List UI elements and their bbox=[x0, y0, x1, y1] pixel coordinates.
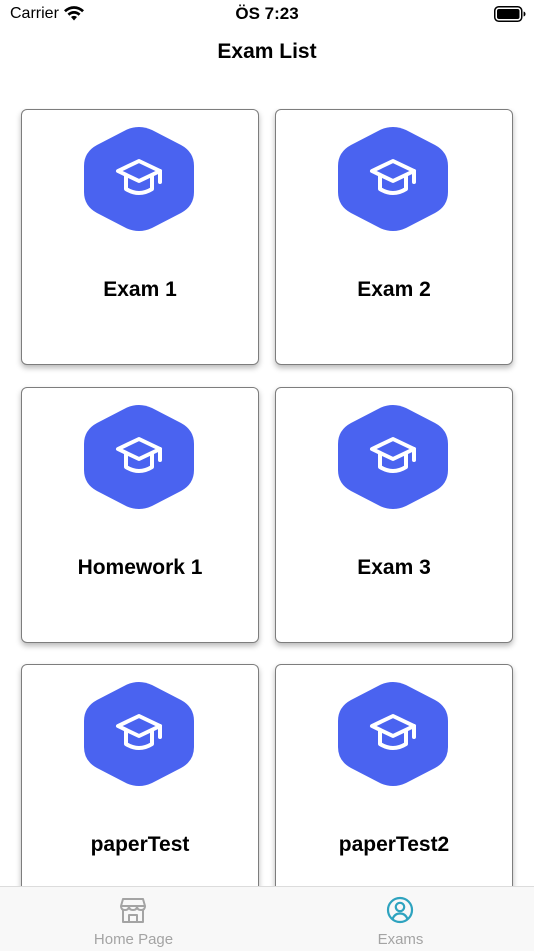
graduation-cap-icon bbox=[335, 680, 451, 788]
graduation-cap-icon bbox=[335, 403, 451, 511]
status-time: ÖS 7:23 bbox=[235, 4, 299, 23]
tab-exams-label: Exams bbox=[377, 931, 424, 948]
graduation-cap-icon bbox=[81, 403, 197, 511]
storefront-icon bbox=[120, 898, 146, 923]
user-circle-icon bbox=[386, 896, 414, 924]
graduation-cap-icon bbox=[335, 125, 451, 233]
tab-bar: Home Page Exams bbox=[0, 886, 534, 951]
status-bar: Carrier ÖS 7:23 bbox=[0, 0, 534, 30]
exam-card[interactable]: paperTest bbox=[21, 664, 259, 886]
exam-card-label: Exam 3 bbox=[357, 556, 431, 579]
exam-card[interactable]: Exam 3 bbox=[275, 387, 513, 643]
page-title: Exam List bbox=[217, 40, 317, 63]
graduation-cap-icon bbox=[81, 125, 197, 233]
tab-home-page-label: Home Page bbox=[93, 931, 174, 948]
tab-home-page[interactable]: Home Page bbox=[0, 887, 267, 951]
exam-card[interactable]: Exam 2 bbox=[275, 109, 513, 365]
tab-exams[interactable]: Exams bbox=[267, 887, 534, 951]
exam-grid[interactable]: Exam 1 Exam 2 Homework 1 Exam 3 paperTes… bbox=[0, 108, 534, 886]
exam-card-label: paperTest bbox=[90, 833, 190, 856]
exam-card[interactable]: Homework 1 bbox=[21, 387, 259, 643]
exam-card-label: Homework 1 bbox=[77, 556, 203, 579]
battery-icon bbox=[494, 6, 526, 22]
exam-card-label: Exam 2 bbox=[357, 278, 431, 301]
exam-card-label: Exam 1 bbox=[103, 278, 177, 301]
exam-card[interactable]: Exam 1 bbox=[21, 109, 259, 365]
graduation-cap-icon bbox=[81, 680, 197, 788]
exam-card[interactable]: paperTest2 bbox=[275, 664, 513, 886]
exam-card-label: paperTest2 bbox=[338, 833, 450, 856]
